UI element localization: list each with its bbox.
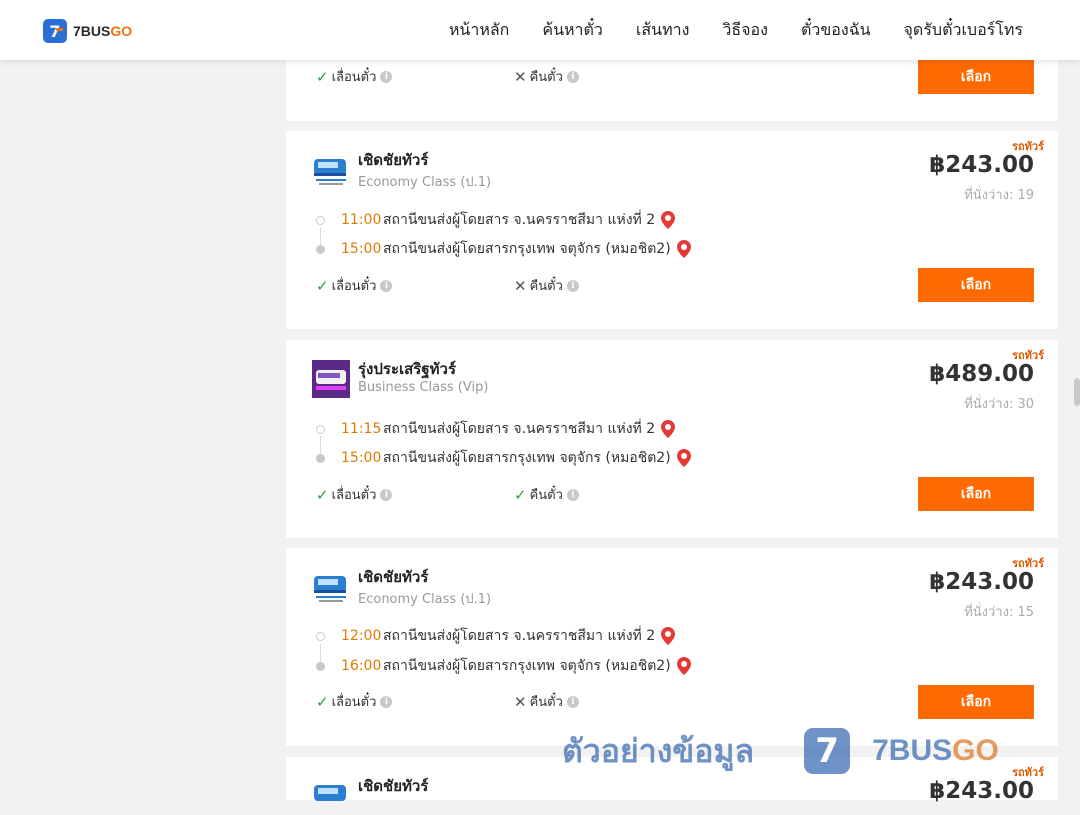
bus-logo-icon	[314, 159, 346, 185]
operator-logo	[312, 151, 350, 189]
trip-card: รถทัวร์ รุ่งประเสริฐทัวร์ Business Class…	[286, 340, 1058, 538]
operator-logo	[312, 568, 350, 606]
nav-pickup-points[interactable]: จุดรับตั๋วเบอร์โทร	[904, 18, 1023, 43]
top-header: 7 7BUSGO หน้าหลัก ค้นหาตั๋ว เส้นทาง วิธี…	[0, 0, 1080, 60]
location-pin-icon[interactable]	[676, 240, 691, 258]
info-icon[interactable]: i	[566, 279, 579, 292]
refund-policy: ✕ คืนตั๋ว i	[514, 66, 579, 87]
info-icon[interactable]: i	[566, 70, 579, 83]
brand-badge-icon: 7	[43, 19, 67, 43]
ticket-price: ฿489.00	[929, 361, 1034, 387]
info-icon[interactable]: i	[380, 70, 393, 83]
check-icon: ✓	[514, 485, 527, 504]
check-icon: ✓	[316, 485, 329, 504]
bus-class: Economy Class (ป.1)	[358, 175, 492, 190]
operator-name: เชิดชัยทัวร์	[358, 151, 429, 169]
arrival-stop: 16:00 สถานีขนส่งผู้โดยสารกรุงเทพ จตุจักร…	[316, 656, 691, 676]
bus-class: Economy Class (ป.1)	[358, 592, 492, 607]
info-icon[interactable]: i	[566, 695, 579, 708]
main-nav: หน้าหลัก ค้นหาตั๋ว เส้นทาง วิธีจอง ตั๋วข…	[416, 0, 1023, 60]
brand-badge-icon: 7	[804, 728, 851, 774]
bus-logo-icon	[314, 785, 346, 801]
seats-available: ที่นั่งว่าง: 30	[964, 397, 1034, 412]
brand-name: 7BUSGO	[73, 23, 133, 39]
select-button[interactable]: เลือก	[918, 60, 1034, 94]
info-icon[interactable]: i	[380, 488, 393, 501]
cross-icon: ✕	[514, 67, 527, 86]
departure-stop: 11:15 สถานีขนส่งผู้โดยสาร จ.นครราชสีมา แ…	[316, 419, 676, 439]
check-icon: ✓	[316, 276, 329, 295]
select-button[interactable]: เลือก	[918, 268, 1034, 302]
scrollbar[interactable]	[1074, 378, 1080, 406]
change-policy: ✓ เลื่อนตั๋ว i	[316, 66, 393, 87]
ticket-price: ฿243.00	[929, 152, 1034, 178]
change-policy: ✓ เลื่อนตั๋ว i	[316, 691, 393, 712]
bus-logo-icon	[314, 576, 346, 602]
location-pin-icon[interactable]	[661, 420, 676, 438]
brand-logo[interactable]: 7 7BUSGO	[43, 19, 132, 43]
refund-policy: ✓ คืนตั๋ว i	[514, 484, 579, 505]
nav-how-to-book[interactable]: วิธีจอง	[722, 18, 768, 43]
info-icon[interactable]: i	[380, 279, 393, 292]
seats-available: ที่นั่งว่าง: 19	[964, 188, 1034, 203]
location-pin-icon[interactable]	[676, 657, 691, 675]
location-pin-icon[interactable]	[661, 627, 676, 645]
nav-routes[interactable]: เส้นทาง	[636, 18, 690, 43]
refund-policy: ✕ คืนตั๋ว i	[514, 275, 579, 296]
departure-stop: 12:00 สถานีขนส่งผู้โดยสาร จ.นครราชสีมา แ…	[316, 626, 676, 646]
bus-logo-icon	[312, 360, 350, 398]
info-icon[interactable]: i	[566, 488, 579, 501]
refund-policy: ✕ คืนตั๋ว i	[514, 691, 579, 712]
operator-name: เชิดชัยทัวร์	[358, 777, 429, 795]
operator-name: รุ่งประเสริฐทัวร์	[358, 360, 456, 378]
trip-card: รถทัวร์ เชิดชัยทัวร์ Economy Class (ป.1)…	[286, 131, 1058, 329]
change-policy: ✓ เลื่อนตั๋ว i	[316, 275, 393, 296]
arrival-stop: 15:00 สถานีขนส่งผู้โดยสารกรุงเทพ จตุจักร…	[316, 448, 691, 468]
seats-available: ที่นั่งว่าง: 15	[964, 605, 1034, 620]
info-icon[interactable]: i	[380, 695, 393, 708]
bus-class: Business Class (Vip)	[358, 380, 489, 395]
check-icon: ✓	[316, 67, 329, 86]
location-pin-icon[interactable]	[676, 449, 691, 467]
nav-my-tickets[interactable]: ตั๋วของฉัน	[801, 18, 871, 43]
ticket-price: ฿243.00	[929, 569, 1034, 595]
select-button[interactable]: เลือก	[918, 685, 1034, 719]
ticket-price: ฿243.00	[929, 778, 1034, 804]
location-pin-icon[interactable]	[661, 211, 676, 229]
nav-search-ticket[interactable]: ค้นหาตั๋ว	[542, 18, 603, 43]
arrival-stop: 15:00 สถานีขนส่งผู้โดยสารกรุงเทพ จตุจักร…	[316, 239, 691, 259]
change-policy: ✓ เลื่อนตั๋ว i	[316, 484, 393, 505]
select-button[interactable]: เลือก	[918, 477, 1034, 511]
nav-home[interactable]: หน้าหลัก	[449, 18, 510, 43]
check-icon: ✓	[316, 692, 329, 711]
cross-icon: ✕	[514, 276, 527, 295]
operator-name: เชิดชัยทัวร์	[358, 568, 429, 586]
operator-logo	[312, 777, 350, 815]
operator-logo	[312, 360, 350, 398]
departure-stop: 11:00 สถานีขนส่งผู้โดยสาร จ.นครราชสีมา แ…	[316, 210, 676, 230]
cross-icon: ✕	[514, 692, 527, 711]
sample-data-watermark: ตัวอย่างข้อมูล 7 7BUSGO	[562, 724, 999, 778]
trip-card: รถทัวร์ เชิดชัยทัวร์ Economy Class (ป.1)…	[286, 548, 1058, 746]
